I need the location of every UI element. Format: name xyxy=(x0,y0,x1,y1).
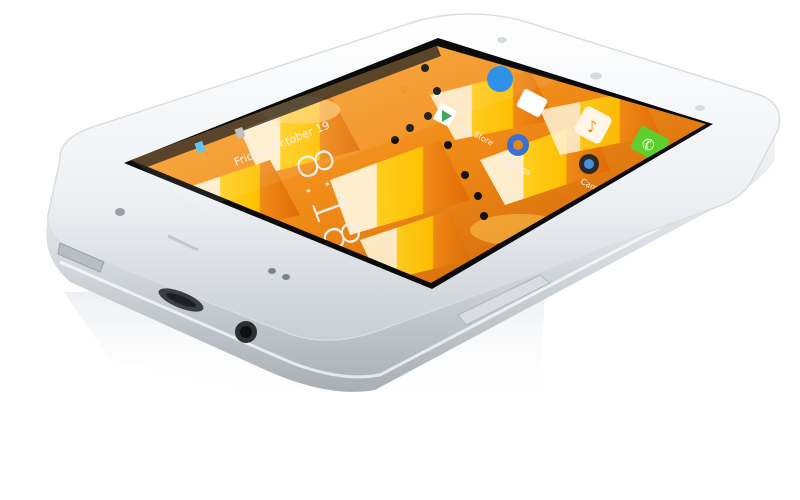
phone-handset-icon: ✆ xyxy=(642,136,655,154)
phone-photo: ♪ ✆ g 8:18 Friday, October 19 Play Store… xyxy=(46,13,781,405)
front-camera-icon xyxy=(115,208,125,216)
product-photo: ♪ ✆ g 8:18 Friday, October 19 Play Store… xyxy=(0,0,800,500)
music-note-icon: ♪ xyxy=(587,117,597,136)
